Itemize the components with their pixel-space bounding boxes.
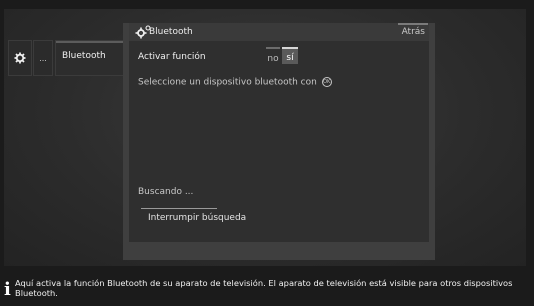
select-device-hint: Seleccione un dispositivo bluetooth con … xyxy=(138,77,332,88)
stop-search-button[interactable]: Interrumpir búsqueda xyxy=(141,208,246,226)
more-label: ... xyxy=(39,53,47,63)
panel-title: Bluetooth xyxy=(149,27,193,37)
hint-text: Seleccione un dispositivo bluetooth con xyxy=(138,77,317,88)
sidebar-item-bluetooth[interactable]: Bluetooth xyxy=(55,40,124,76)
more-menu-tab[interactable]: ... xyxy=(33,40,53,76)
bluetooth-panel: Bluetooth Atrás Activar función no sí Se… xyxy=(123,23,435,260)
activate-function-label: Activar función xyxy=(138,52,206,62)
tv-menu-screen: ... Bluetooth Bluetooth Atrás Activar fu… xyxy=(4,9,526,266)
toggle-option-si[interactable]: sí xyxy=(282,47,298,64)
settings-tab[interactable] xyxy=(8,40,32,76)
panel-header: Bluetooth Atrás xyxy=(129,23,429,41)
info-bar: i Aquí activa la función Bluetooth de su… xyxy=(4,278,530,304)
back-button[interactable]: Atrás xyxy=(397,23,429,37)
searching-status: Buscando ... xyxy=(138,187,194,197)
info-icon: i xyxy=(4,279,11,300)
toggle-option-no[interactable]: no xyxy=(266,47,280,64)
info-text: Aquí activa la función Bluetooth de su a… xyxy=(15,278,513,298)
gear-icon xyxy=(14,52,26,64)
ok-button-icon: OK xyxy=(321,77,332,87)
stop-search-label: Interrumpir búsqueda xyxy=(148,213,247,223)
sidebar-item-label: Bluetooth xyxy=(62,51,106,61)
bluetooth-panel-content: Bluetooth Atrás Activar función no sí Se… xyxy=(129,23,429,242)
activate-toggle[interactable]: no sí xyxy=(266,47,298,64)
